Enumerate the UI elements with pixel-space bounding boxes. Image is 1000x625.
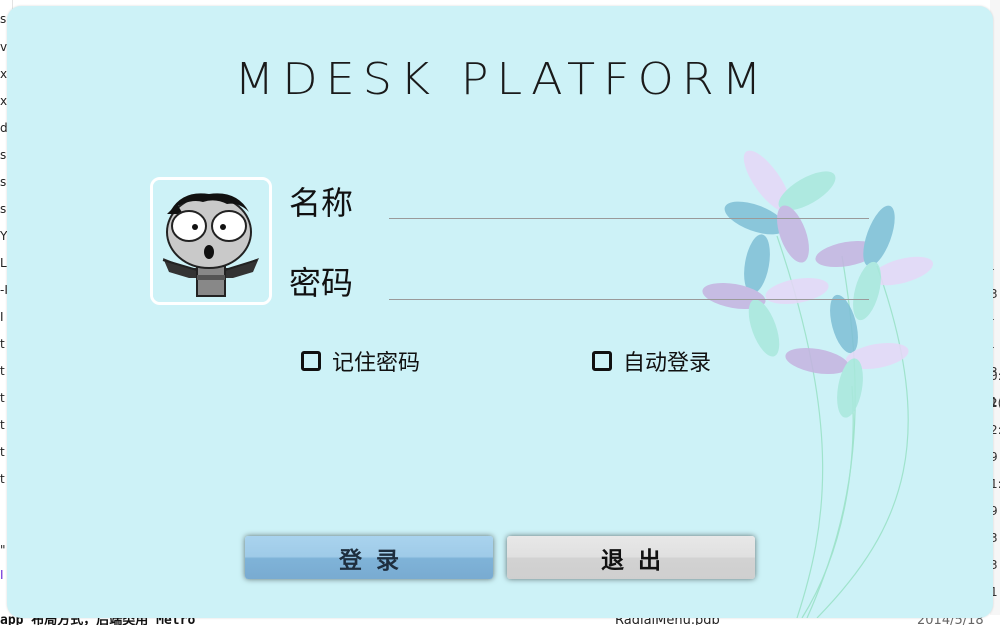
login-button[interactable]: 登录 <box>245 536 493 579</box>
auto-login-label: 自动登录 <box>623 351 712 376</box>
app-title: MDESK PLATFORM <box>234 53 770 105</box>
remember-password-checkbox[interactable] <box>301 351 321 371</box>
cartoon-avatar-icon <box>153 180 269 302</box>
login-dialog: MDESK PLATFORM 名称 密码 记住密码 自动登录 登录 退出 <box>7 6 993 618</box>
auto-login-checkbox[interactable] <box>592 351 612 371</box>
remember-password-label: 记住密码 <box>332 351 421 376</box>
name-input[interactable] <box>389 182 873 220</box>
exit-button[interactable]: 退出 <box>507 536 755 579</box>
name-label: 名称 <box>289 184 354 222</box>
name-input-underline <box>389 218 869 219</box>
password-label: 密码 <box>289 264 354 302</box>
auto-login-option[interactable]: 自动登录 <box>592 345 711 377</box>
password-input[interactable] <box>389 263 873 301</box>
password-input-underline <box>389 299 869 300</box>
remember-password-option[interactable]: 记住密码 <box>301 345 420 377</box>
user-avatar <box>150 177 272 305</box>
